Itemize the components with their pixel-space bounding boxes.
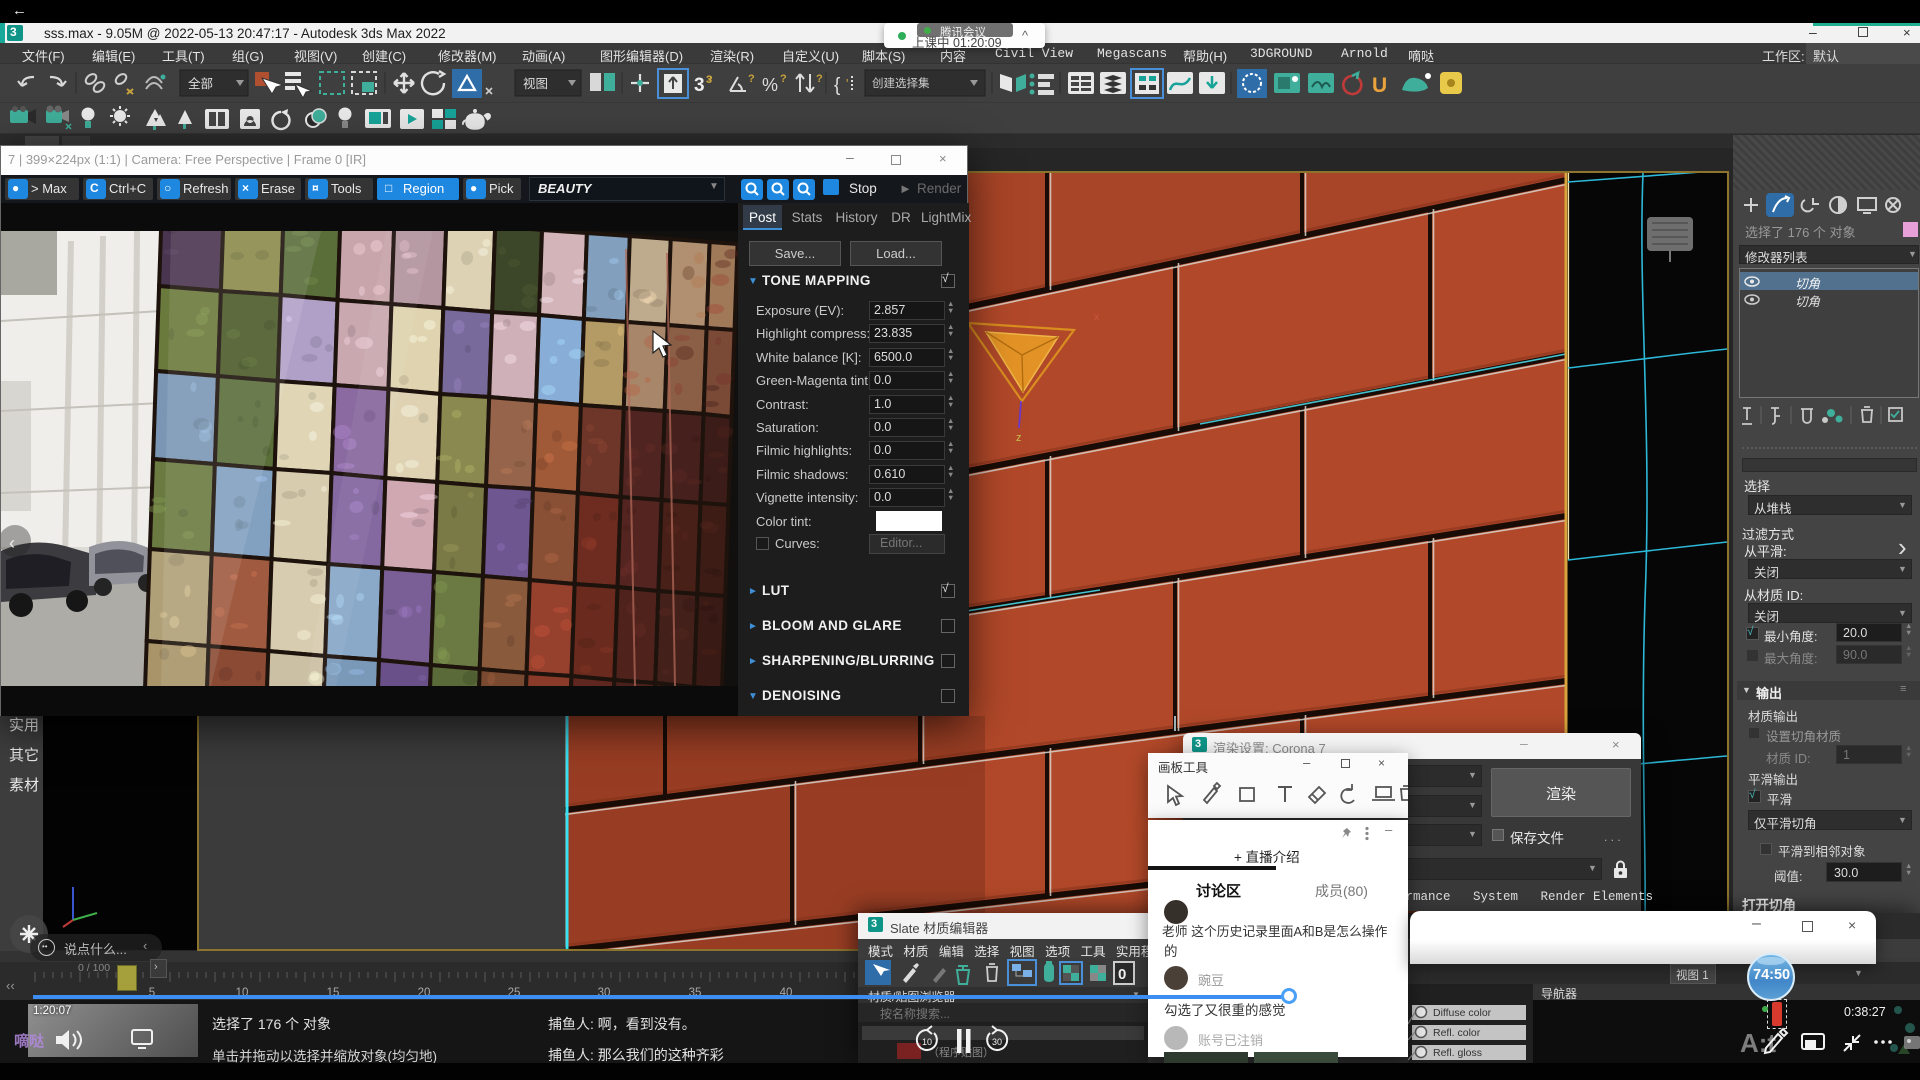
svg-text:0: 0 [1118,966,1126,983]
svg-text:视图: 视图 [523,76,548,91]
svg-text:?: ? [748,73,755,85]
svg-text:‹: ‹ [9,533,15,553]
svg-text:?: ? [780,73,787,85]
svg-text:全部: 全部 [188,76,213,91]
svg-text:30: 30 [992,1037,1002,1047]
svg-text:创建选择集: 创建选择集 [872,76,930,90]
svg-text:x: x [1094,312,1099,323]
svg-text:?: ? [706,74,713,86]
svg-text:10: 10 [922,1037,932,1047]
svg-text:U: U [1372,74,1387,97]
svg-text:‹‹: ‹‹ [6,978,15,993]
svg-text:{: { [834,75,841,96]
svg-text:z: z [1016,432,1022,444]
svg-text:': ' [846,76,848,91]
svg-text:3: 3 [694,75,705,96]
svg-text:%: % [762,75,778,95]
svg-text:?: ? [816,73,823,85]
